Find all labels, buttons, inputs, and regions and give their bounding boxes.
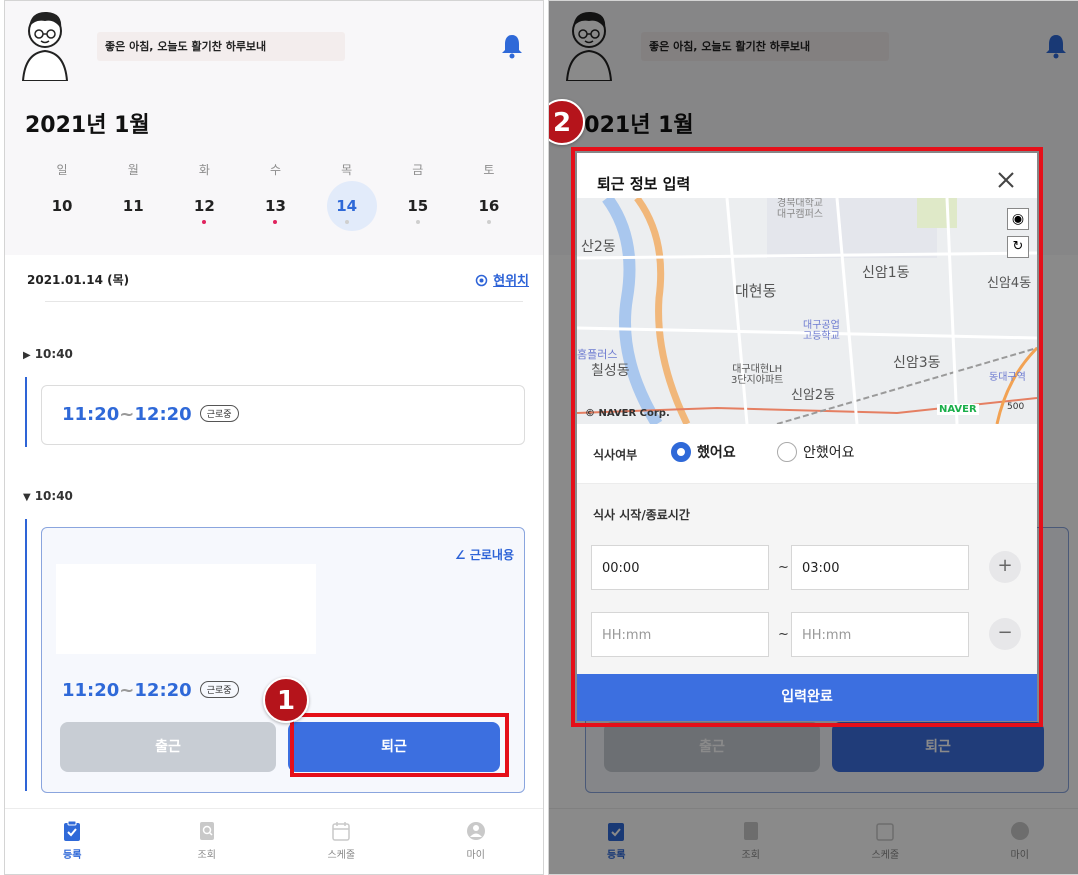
screen-main: 좋은 아침, 오늘도 활기찬 하루보내 2021년 1월 일 월 화 수 목 금… xyxy=(4,0,544,875)
date-number: 14 xyxy=(336,197,358,215)
entry-toggle[interactable]: ▶ 10:40 xyxy=(23,347,73,361)
range-separator: ~ xyxy=(119,680,135,701)
event-dot xyxy=(415,220,420,224)
content-placeholder xyxy=(56,564,316,654)
work-time-range: 11:20~12:20 근로중 xyxy=(62,404,239,425)
crosshair-icon xyxy=(475,274,488,287)
calendar-icon xyxy=(332,822,350,841)
nav-register[interactable]: 등록 xyxy=(5,809,140,874)
screen-modal: 좋은 아침, 오늘도 활기찬 하루보내 2021년 1월 출근 퇴근 등록 조회 xyxy=(548,0,1078,875)
caret-right-icon: ▶ xyxy=(23,350,31,361)
date-cell[interactable]: 13 xyxy=(240,197,310,224)
header-area: 좋은 아침, 오늘도 활기찬 하루보내 2021년 1월 일 월 화 수 목 금… xyxy=(5,1,543,255)
clipboard-check-icon xyxy=(64,820,81,841)
caret-down-icon: ▼ xyxy=(23,492,31,503)
month-title: 2021년 1월 xyxy=(25,113,150,138)
range-start: 11:20 xyxy=(62,680,120,701)
highlight-frame xyxy=(290,713,509,777)
range-end: 12:20 xyxy=(134,680,192,701)
range-start: 11:20 xyxy=(62,404,120,425)
nav-schedule[interactable]: 스케줄 xyxy=(274,809,409,874)
date-number: 13 xyxy=(265,197,286,215)
date-number: 10 xyxy=(51,197,73,215)
work-entry-card[interactable]: 11:20~12:20 근로중 xyxy=(41,385,525,445)
date-number: 12 xyxy=(193,197,215,215)
status-badge: 근로중 xyxy=(199,681,239,698)
nav-label: 스케줄 xyxy=(327,850,356,861)
timeline-line xyxy=(25,377,27,447)
range-end: 12:20 xyxy=(134,404,192,425)
work-time-range: 11:20~12:20 근로중 xyxy=(62,680,239,701)
entry-time: 10:40 xyxy=(34,347,73,361)
current-location-link[interactable]: 현위치 xyxy=(475,270,529,289)
date-cell[interactable]: 15 xyxy=(383,197,453,224)
bell-icon[interactable] xyxy=(501,33,523,59)
weekday-label: 월 xyxy=(127,163,139,177)
date-cell[interactable]: 10 xyxy=(27,197,97,215)
event-dot xyxy=(202,220,207,224)
date-number: 15 xyxy=(407,197,429,215)
bottom-nav: 등록 조회 스케줄 마이 xyxy=(5,808,543,874)
event-dot xyxy=(344,220,349,224)
person-icon xyxy=(466,822,485,840)
search-document-icon xyxy=(199,822,214,840)
weekday-label: 목 xyxy=(341,163,353,177)
date-cell[interactable]: 12 xyxy=(169,197,239,224)
entry-toggle[interactable]: ▼ 10:40 xyxy=(23,489,73,503)
nav-lookup[interactable]: 조회 xyxy=(140,809,275,874)
entry-time: 10:40 xyxy=(34,489,73,503)
weekday-label: 토 xyxy=(483,163,495,177)
pencil-icon: ∠ xyxy=(454,548,466,562)
highlight-frame xyxy=(571,147,1043,727)
nav-label: 조회 xyxy=(197,850,216,861)
selected-date-label: 2021.01.14 (목) xyxy=(27,273,130,287)
timeline-line xyxy=(25,519,27,791)
date-number: 16 xyxy=(478,197,500,215)
clock-in-button[interactable]: 출근 xyxy=(60,722,276,772)
date-cell[interactable]: 16 xyxy=(454,197,524,224)
weekday-row: 일 월 화 수 목 금 토 xyxy=(27,161,525,178)
nav-label: 마이 xyxy=(466,850,485,861)
divider xyxy=(45,301,523,302)
current-location-label: 현위치 xyxy=(493,274,529,289)
weekday-label: 수 xyxy=(269,163,282,177)
event-dot xyxy=(273,220,278,224)
date-cell[interactable]: 11 xyxy=(98,197,168,215)
date-row: 10 11 12 13 14 15 16 xyxy=(27,197,525,224)
event-dot xyxy=(486,220,491,224)
greeting-text: 좋은 아침, 오늘도 활기찬 하루보내 xyxy=(97,32,345,61)
weekday-label: 화 xyxy=(198,163,210,177)
weekday-label: 금 xyxy=(412,163,424,177)
nav-label: 등록 xyxy=(63,850,82,861)
avatar[interactable] xyxy=(19,7,71,81)
work-detail-label: 근로내용 xyxy=(469,548,514,562)
nav-my[interactable]: 마이 xyxy=(409,809,544,874)
step-marker-1: 1 xyxy=(263,677,309,723)
work-detail-link[interactable]: ∠ 근로내용 xyxy=(455,546,514,563)
date-number: 11 xyxy=(122,197,144,215)
weekday-label: 일 xyxy=(56,163,68,177)
date-cell-selected[interactable]: 14 xyxy=(312,197,382,224)
status-badge: 근로중 xyxy=(199,405,239,422)
range-separator: ~ xyxy=(119,404,135,425)
